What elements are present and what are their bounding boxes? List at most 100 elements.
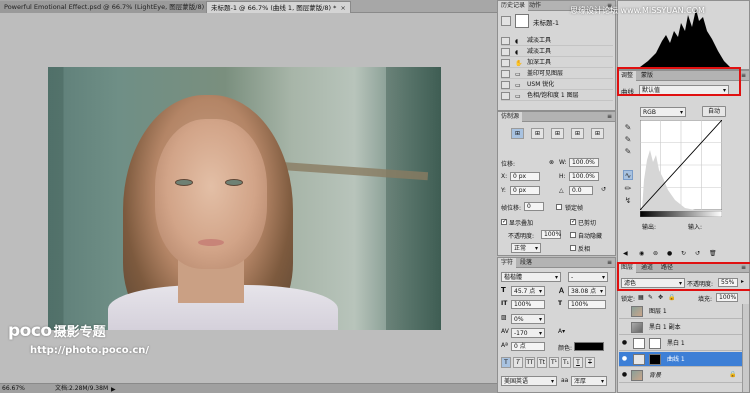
clip-icon[interactable]: ⊚ xyxy=(653,250,658,257)
history-snapshot[interactable]: 未标题-1 xyxy=(501,13,613,33)
layer-row-selected[interactable]: ● 曲线 1 xyxy=(619,352,742,367)
smooth-icon[interactable]: ↯ xyxy=(623,196,633,206)
angle-field[interactable]: 0.0 xyxy=(569,186,593,195)
font-family-select[interactable]: 楷楷體 ▾ xyxy=(501,272,561,282)
history-item[interactable]: ▭ 色相/饱和度 1 图层 xyxy=(501,91,613,101)
lock-transparency-icon[interactable]: ▦ xyxy=(638,294,644,301)
snapshot-checkbox[interactable] xyxy=(501,16,511,26)
status-menu-arrow-icon[interactable]: ▶ xyxy=(111,385,116,393)
layer-row[interactable]: 黑白 1 副本 xyxy=(619,320,742,335)
history-checkbox[interactable] xyxy=(501,92,510,100)
lock-image-icon[interactable]: ✎ xyxy=(648,294,653,301)
link-icon[interactable]: ⊗ xyxy=(549,159,554,166)
frame-offset-field[interactable]: 0 xyxy=(524,202,544,211)
history-item[interactable]: ◖ 减淡工具 xyxy=(501,36,613,46)
layer-row[interactable]: ● 背景 🔒 xyxy=(619,368,742,383)
font-style-select[interactable]: - ▾ xyxy=(568,272,608,282)
horizontal-scale-field[interactable]: 100% xyxy=(568,300,606,309)
faux-italic-button[interactable]: T xyxy=(513,357,523,368)
tab-actions[interactable]: 动作 xyxy=(526,1,544,11)
faux-bold-button[interactable]: T xyxy=(501,357,511,368)
clone-source-2-button[interactable]: ⊞ xyxy=(531,128,544,139)
auto-button[interactable]: 自动 xyxy=(702,106,726,117)
history-checkbox[interactable] xyxy=(501,81,510,89)
baseline-shift-field[interactable]: 0 点 xyxy=(511,342,545,351)
clone-source-1-button[interactable]: ⊞ xyxy=(511,128,524,139)
panel-menu-icon[interactable]: ≡ xyxy=(741,72,746,79)
trash-icon[interactable]: 🗑 xyxy=(709,250,717,257)
superscript-button[interactable]: T¹ xyxy=(549,357,559,368)
clone-source-3-button[interactable]: ⊞ xyxy=(551,128,564,139)
kerning-select[interactable]: -170 ▾ xyxy=(511,328,545,338)
lock-position-icon[interactable]: ✥ xyxy=(658,294,663,301)
history-checkbox[interactable] xyxy=(501,37,510,45)
history-item[interactable]: ▭ USM 锐化 xyxy=(501,80,613,90)
lock-all-icon[interactable]: 🔒 xyxy=(668,294,675,301)
tab-clone-source[interactable]: 仿制源 xyxy=(498,112,523,122)
curve-point-icon[interactable]: ∿ xyxy=(623,170,633,180)
layers-scrollbar[interactable] xyxy=(742,304,749,392)
eyedropper-icon[interactable]: ✎ xyxy=(623,123,633,133)
vertical-scale-field[interactable]: 100% xyxy=(511,300,545,309)
history-checkbox[interactable] xyxy=(501,48,510,56)
fill-field[interactable]: 100% xyxy=(716,293,738,302)
layer-row[interactable]: 图层 1 xyxy=(619,304,742,319)
eye-icon[interactable]: ● xyxy=(620,355,629,363)
text-color-swatch[interactable] xyxy=(574,342,604,351)
tab-untitled-1[interactable]: 未标题-1 @ 66.7% (曲线 1, 图层蒙版/8) * × xyxy=(206,1,351,13)
width-field[interactable]: 100.0% xyxy=(569,158,599,167)
photo-canvas[interactable] xyxy=(48,67,441,330)
tab-powerful-emotional-effect[interactable]: Powerful Emotional Effect.psd @ 66.7% (L… xyxy=(0,1,224,13)
auto-hide-checkbox[interactable] xyxy=(570,232,576,238)
eyedropper-gray-icon[interactable]: ✎ xyxy=(623,135,633,145)
lock-frame-checkbox[interactable] xyxy=(556,204,562,210)
zoom-level[interactable]: 66.67% xyxy=(2,384,25,393)
tab-history[interactable]: 历史记录 xyxy=(498,1,529,11)
clipped-checkbox[interactable] xyxy=(570,218,576,225)
refresh-icon[interactable]: ↻ xyxy=(681,250,686,257)
overlay-blend-select[interactable]: 正常 ▾ xyxy=(511,243,541,253)
reset-icon[interactable]: ↺ xyxy=(695,250,700,257)
small-caps-button[interactable]: Tt xyxy=(537,357,547,368)
history-item[interactable]: ▭ 盖印可见图层 xyxy=(501,69,613,79)
history-checkbox[interactable] xyxy=(501,59,510,67)
layer-row[interactable]: ● 黑白 1 xyxy=(619,336,742,351)
channel-select[interactable]: RGB ▾ xyxy=(640,107,686,117)
panel-menu-icon[interactable]: ≡ xyxy=(607,113,612,120)
clone-source-4-button[interactable]: ⊞ xyxy=(571,128,584,139)
eyedropper-white-icon[interactable]: ✎ xyxy=(623,147,633,157)
history-item[interactable]: ◖ 减淡工具 xyxy=(501,47,613,57)
layer-visibility-icon[interactable]: ◉ xyxy=(639,250,644,257)
eye-icon[interactable]: ● xyxy=(620,371,629,379)
tab-paragraph[interactable]: 段落 xyxy=(517,258,535,268)
underline-button[interactable]: T xyxy=(573,357,583,368)
history-checkbox[interactable] xyxy=(501,70,510,78)
reset-transform-icon[interactable]: ↺ xyxy=(601,186,606,193)
x-field[interactable]: 0 px xyxy=(510,172,540,181)
subscript-button[interactable]: T₁ xyxy=(561,357,571,368)
eye-icon[interactable]: ● xyxy=(620,339,629,347)
strikethrough-button[interactable]: T xyxy=(585,357,595,368)
curves-graph[interactable] xyxy=(640,120,722,210)
invert-checkbox[interactable] xyxy=(570,245,576,251)
y-field[interactable]: 0 px xyxy=(510,186,540,195)
close-icon[interactable]: × xyxy=(340,4,345,12)
all-caps-button[interactable]: TT xyxy=(525,357,535,368)
language-select[interactable]: 美国英语 ▾ xyxy=(501,376,557,386)
history-item[interactable]: ✋ 加深工具 xyxy=(501,58,613,68)
tracking-select[interactable]: 0% ▾ xyxy=(511,314,545,324)
eye-icon[interactable]: ● xyxy=(667,250,672,257)
return-icon[interactable]: ◀ xyxy=(623,250,628,257)
overlay-opacity-field[interactable]: 100% xyxy=(541,230,561,239)
height-field[interactable]: 100.0% xyxy=(569,172,599,181)
show-overlay-checkbox[interactable] xyxy=(501,218,507,225)
eye-icon[interactable] xyxy=(620,323,629,331)
clone-source-5-button[interactable]: ⊞ xyxy=(591,128,604,139)
antialias-select[interactable]: 浑厚 ▾ xyxy=(571,376,607,386)
panel-menu-icon[interactable]: ≡ xyxy=(607,259,612,266)
eye-icon[interactable] xyxy=(620,307,629,315)
pencil-icon[interactable]: ✏ xyxy=(623,184,633,194)
leading-select[interactable]: 38.08 点 ▾ xyxy=(568,286,606,296)
font-size-select[interactable]: 45.7 点 ▾ xyxy=(511,286,545,296)
tab-character[interactable]: 字符 xyxy=(498,258,517,268)
